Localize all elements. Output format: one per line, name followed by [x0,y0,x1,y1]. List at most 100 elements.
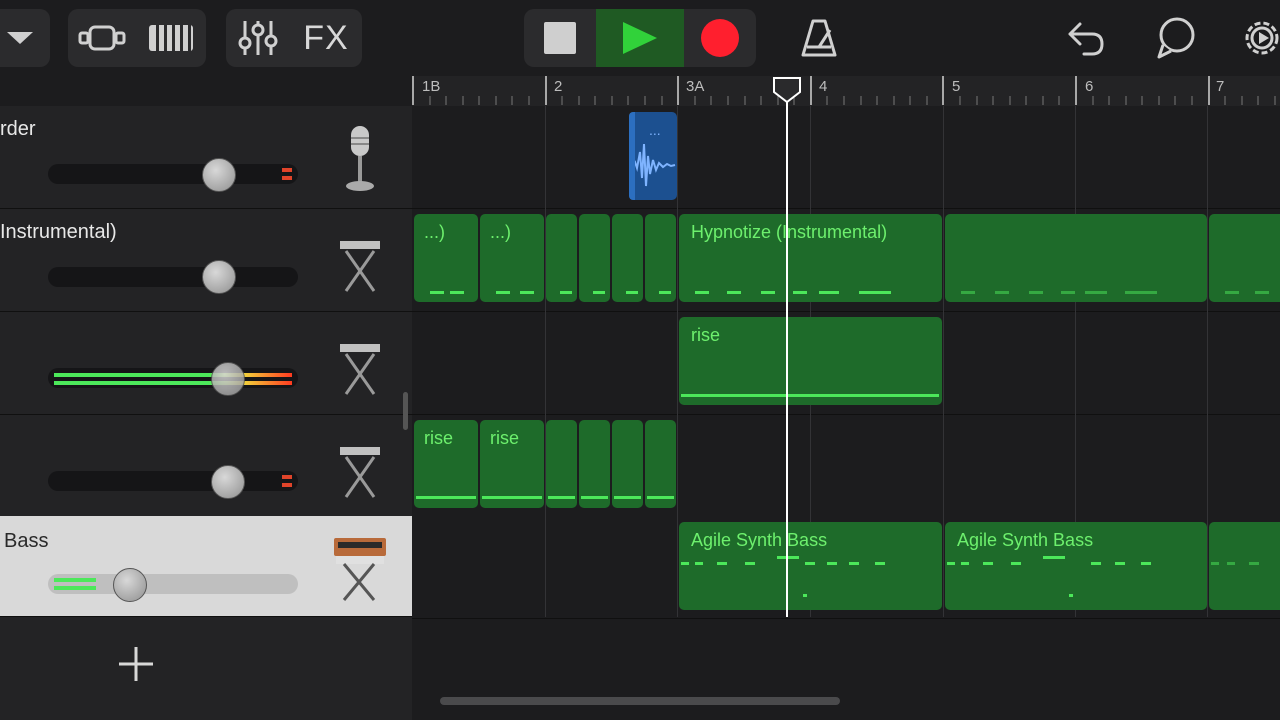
region-label: ...) [490,222,511,242]
keyboard-button[interactable] [136,9,206,67]
record-icon [701,19,739,57]
peak-indicator [282,475,292,479]
volume-slider[interactable] [48,368,298,388]
peak-indicator [282,483,292,487]
region-label: Agile Synth Bass [957,530,1094,550]
horizontal-scrollbar[interactable] [440,697,840,705]
midi-region[interactable] [612,420,643,508]
bar-gridline [943,106,944,617]
track-header-recorder[interactable]: rder [0,106,412,209]
midi-region[interactable]: rise [679,317,942,405]
volume-knob[interactable] [202,158,236,192]
midi-region[interactable] [1209,522,1280,610]
add-track-button[interactable] [116,644,156,684]
peak-indicator [282,176,292,180]
timeline-ruler[interactable]: 1B 2 3A 4 5 6 7 [412,76,1280,107]
view-toggle-icon [78,25,126,51]
midi-region[interactable]: ...) [480,214,544,302]
midi-region-main[interactable]: Hypnotize (Instrumental) [679,214,942,302]
play-button[interactable] [596,9,684,67]
ruler-marker-3a: 3A [686,78,705,95]
region-label: rise [691,325,721,345]
lane-1[interactable] [412,106,1280,209]
view-controls-group [68,9,206,67]
play-icon [623,22,657,54]
track-header-bass[interactable]: Bass [0,516,412,617]
settings-button[interactable] [1238,12,1280,64]
keyboard-stand-icon [340,241,380,292]
plus-icon [119,647,153,681]
track-header-4[interactable] [0,415,412,518]
track-name: rder [0,118,36,140]
volume-slider[interactable] [48,164,298,184]
bar-gridline [1207,106,1208,617]
transport-group [524,9,756,67]
level-meter [54,586,96,590]
playhead-line [786,100,788,617]
level-meter [54,381,292,385]
ruler-marker-5: 5 [952,78,961,95]
record-button[interactable] [684,9,756,67]
playhead-handle[interactable] [772,76,802,104]
keyboard-stand-icon [340,344,380,395]
volume-slider[interactable] [48,267,298,287]
loop-icon [1157,17,1195,59]
ruler-marker-1b: 1B [422,78,441,95]
midi-region[interactable] [645,214,676,302]
waveform [630,143,676,187]
stop-button[interactable] [524,9,596,67]
peak-indicator [282,168,292,172]
midi-region[interactable] [945,214,1207,302]
volume-knob[interactable] [211,465,245,499]
undo-button[interactable] [1060,12,1112,64]
track-header-3[interactable] [0,312,412,415]
ruler-corner [0,76,412,106]
track-list-empty-area [0,617,412,720]
loop-browser-button[interactable] [1150,12,1202,64]
synth-icon [334,538,386,601]
undo-icon [1068,22,1104,56]
ruler-ticks [412,76,1276,105]
midi-region[interactable]: Agile Synth Bass [945,522,1207,610]
volume-knob[interactable] [113,568,147,602]
region-label: rise [424,428,454,448]
region-label: Hypnotize (Instrumental) [691,222,888,242]
midi-region[interactable] [579,214,610,302]
bar-gridline [677,106,678,617]
volume-slider[interactable] [48,574,298,594]
microphone-icon [346,126,374,191]
level-meter [54,373,292,377]
midi-region[interactable] [1209,214,1280,302]
bar-gridline [545,106,546,617]
volume-knob[interactable] [211,362,245,396]
fx-button[interactable]: FX [290,9,362,67]
midi-region[interactable]: rise [480,420,544,508]
toolbar: FX [0,0,1280,76]
header-resize-handle[interactable] [403,392,408,430]
midi-region[interactable] [579,420,610,508]
track-header-instrumental[interactable]: Instrumental) [0,209,412,312]
ruler-marker-7: 7 [1216,78,1225,95]
midi-region[interactable] [645,420,676,508]
midi-region[interactable]: rise [414,420,478,508]
audio-region[interactable]: ... [629,112,677,200]
track-name: Bass [4,530,49,552]
midi-region[interactable] [546,420,577,508]
metronome-button[interactable] [794,12,844,64]
midi-region[interactable]: ...) [414,214,478,302]
midi-region[interactable] [612,214,643,302]
tracks-view-button[interactable] [68,9,136,67]
level-meter [54,578,96,582]
midi-region[interactable]: Agile Synth Bass [679,522,942,610]
region-label: ... [649,122,661,138]
mixer-button[interactable] [226,9,290,67]
keyboard-icon [149,25,193,51]
midi-region[interactable] [546,214,577,302]
keyboard-stand-icon [340,447,380,498]
volume-knob[interactable] [202,260,236,294]
track-view-dropdown[interactable] [0,9,50,67]
audio-region-edge [629,112,635,200]
mix-controls-group: FX [226,9,362,67]
volume-slider[interactable] [48,471,298,491]
stop-icon [544,22,576,54]
